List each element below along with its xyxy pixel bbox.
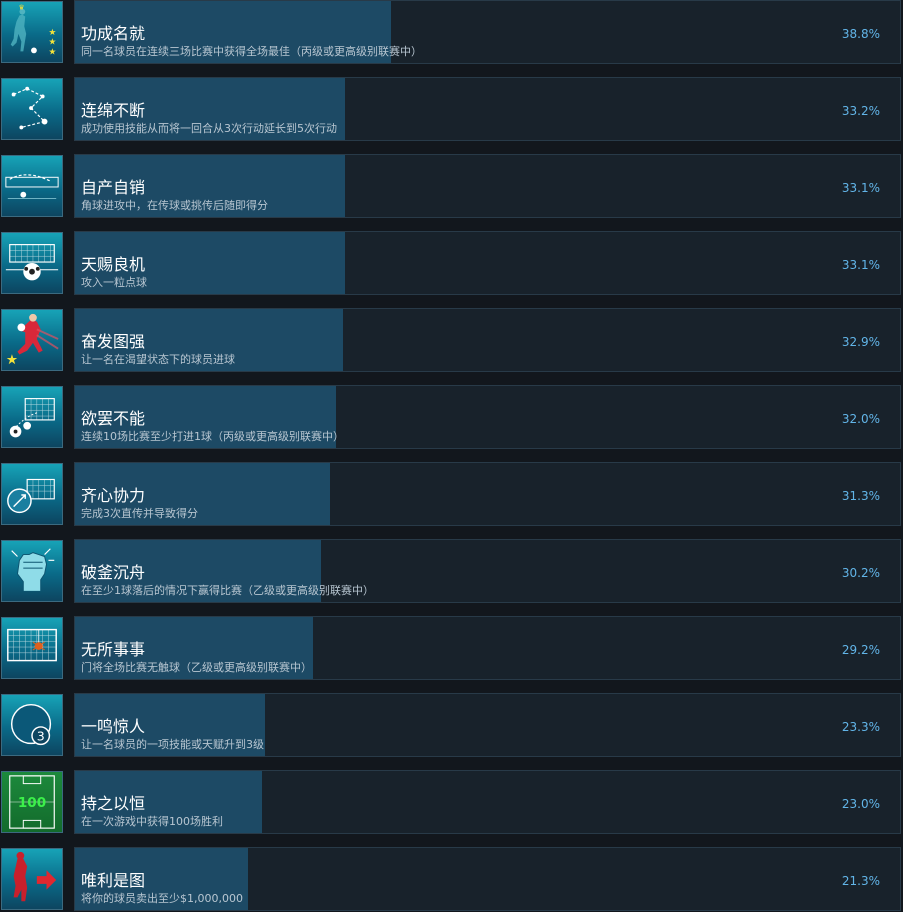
achievement-title: 连绵不断 (81, 101, 146, 120)
through-pass-icon (1, 463, 63, 525)
achievement-description: 在一次游戏中获得100场胜利 (81, 815, 223, 828)
achievement-percent: 33.1% (841, 258, 880, 272)
achievement-title: 无所事事 (81, 640, 146, 659)
svg-text:★: ★ (48, 47, 56, 57)
achievement-description: 让一名球员的一项技能或天赋升到3级 (81, 738, 264, 751)
achievement-description: 完成3次直传并导致得分 (81, 507, 198, 520)
achievement-panel: 连绵不断 成功使用技能从而将一回合从3次行动延长到5次行动 33.2% (74, 77, 901, 141)
achievement-title: 破釜沉舟 (81, 563, 146, 582)
achievement-title: 一鸣惊人 (81, 717, 146, 736)
achievement-description: 攻入一粒点球 (81, 276, 147, 289)
achievement-description: 在至少1球落后的情况下赢得比赛（乙级或更高级别联赛中） (81, 584, 374, 597)
level-badge-text: 3 (37, 728, 45, 743)
achievement-percent: 32.0% (841, 412, 880, 426)
achievement-panel: 唯利是图 将你的球员卖出至少$1,000,000 21.3% (74, 847, 901, 911)
achievement-description: 成功使用技能从而将一回合从3次行动延长到5次行动 (81, 122, 337, 135)
chain-moves-icon (1, 78, 63, 140)
achievement-description: 同一名球员在连续三场比赛中获得全场最佳（丙级或更高级别联赛中） (81, 45, 422, 58)
achievement-title: 功成名就 (81, 24, 146, 43)
achievement-description: 让一名在渴望状态下的球员进球 (81, 353, 235, 366)
achievement-row[interactable]: 无所事事 门将全场比赛无触球（乙级或更高级别联赛中） 29.2% (0, 616, 903, 682)
achievement-panel: 无所事事 门将全场比赛无触球（乙级或更高级别联赛中） 29.2% (74, 616, 901, 680)
fist-icon (1, 540, 63, 602)
achievement-list: ★ ★ ★ ♛ 功成名就 同一名球员在连续三场比赛中获得全场最佳（丙级或更高级别… (0, 0, 903, 912)
achievement-title: 持之以恒 (81, 794, 146, 813)
achievement-panel: 持之以恒 在一次游戏中获得100场胜利 23.0% (74, 770, 901, 834)
level-three-icon: 3 (1, 694, 63, 756)
striker-star-icon: ★ (1, 309, 63, 371)
achievement-title: 欲罢不能 (81, 409, 146, 428)
achievement-row[interactable]: 自产自销 角球进攻中，在传球或挑传后随即得分 33.1% (0, 154, 903, 220)
achievement-description: 将你的球员卖出至少$1,000,000 (81, 892, 243, 905)
achievement-panel: 一鸣惊人 让一名球员的一项技能或天赋升到3级 23.3% (74, 693, 901, 757)
achievement-row[interactable]: 天赐良机 攻入一粒点球 33.1% (0, 231, 903, 297)
achievement-percent: 21.3% (841, 874, 880, 888)
achievement-percent: 31.3% (841, 489, 880, 503)
hundred-badge-text: 100 (18, 795, 46, 811)
sell-player-icon (1, 848, 63, 910)
achievement-row[interactable]: 欲罢不能 连续10场比赛至少打进1球（丙级或更高级别联赛中） 32.0% (0, 385, 903, 451)
achievement-percent: 38.8% (841, 27, 880, 41)
achievement-row[interactable]: ★ 奋发图强 让一名在渴望状态下的球员进球 32.9% (0, 308, 903, 374)
achievement-panel: 齐心协力 完成3次直传并导致得分 31.3% (74, 462, 901, 526)
achievement-row[interactable]: 齐心协力 完成3次直传并导致得分 31.3% (0, 462, 903, 528)
achievement-panel: 天赐良机 攻入一粒点球 33.1% (74, 231, 901, 295)
achievement-description: 门将全场比赛无触球（乙级或更高级别联赛中） (81, 661, 312, 674)
spider-net-icon (1, 617, 63, 679)
svg-text:★: ★ (6, 352, 18, 368)
achievement-percent: 30.2% (841, 566, 880, 580)
achievement-title: 唯利是图 (81, 871, 146, 890)
achievement-panel: 自产自销 角球进攻中，在传球或挑传后随即得分 33.1% (74, 154, 901, 218)
achievement-percent: 33.1% (841, 181, 880, 195)
achievement-percent: 29.2% (841, 643, 880, 657)
penalty-ball-icon (1, 232, 63, 294)
star-player-icon: ★ ★ ★ ♛ (1, 1, 63, 63)
achievement-panel: 功成名就 同一名球员在连续三场比赛中获得全场最佳（丙级或更高级别联赛中） 38.… (74, 0, 901, 64)
achievement-percent: 33.2% (841, 104, 880, 118)
achievement-row[interactable]: 唯利是图 将你的球员卖出至少$1,000,000 21.3% (0, 847, 903, 912)
hundred-wins-icon: 100 (1, 771, 63, 833)
achievement-title: 自产自销 (81, 178, 146, 197)
achievement-title: 奋发图强 (81, 332, 146, 351)
achievement-row[interactable]: 100 持之以恒 在一次游戏中获得100场胜利 23.0% (0, 770, 903, 836)
achievement-panel: 欲罢不能 连续10场比赛至少打进1球（丙级或更高级别联赛中） 32.0% (74, 385, 901, 449)
achievement-panel: 破釜沉舟 在至少1球落后的情况下赢得比赛（乙级或更高级别联赛中） 30.2% (74, 539, 901, 603)
achievement-row[interactable]: 连绵不断 成功使用技能从而将一回合从3次行动延长到5次行动 33.2% (0, 77, 903, 143)
achievement-row[interactable]: 破釜沉舟 在至少1球落后的情况下赢得比赛（乙级或更高级别联赛中） 30.2% (0, 539, 903, 605)
corner-kick-icon (1, 155, 63, 217)
achievement-percent: 23.3% (841, 720, 880, 734)
achievement-title: 齐心协力 (81, 486, 146, 505)
achievement-title: 天赐良机 (81, 255, 146, 274)
achievement-row[interactable]: 3 一鸣惊人 让一名球员的一项技能或天赋升到3级 23.3% (0, 693, 903, 759)
achievement-row[interactable]: ★ ★ ★ ♛ 功成名就 同一名球员在连续三场比赛中获得全场最佳（丙级或更高级别… (0, 0, 903, 66)
achievement-panel: 奋发图强 让一名在渴望状态下的球员进球 32.9% (74, 308, 901, 372)
svg-text:★: ★ (48, 28, 56, 38)
achievement-description: 连续10场比赛至少打进1球（丙级或更高级别联赛中） (81, 430, 344, 443)
achievement-percent: 23.0% (841, 797, 880, 811)
svg-text:★: ★ (48, 38, 56, 48)
achievement-percent: 32.9% (841, 335, 880, 349)
goal-balls-icon (1, 386, 63, 448)
svg-text:♛: ♛ (18, 4, 24, 12)
achievement-description: 角球进攻中，在传球或挑传后随即得分 (81, 199, 268, 212)
